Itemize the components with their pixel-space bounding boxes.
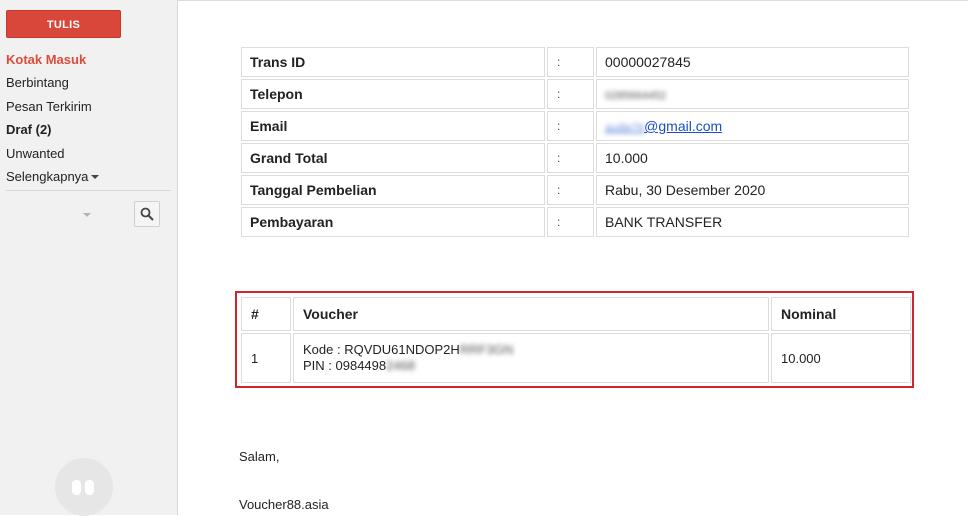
payment-value: BANK TRANSFER [596,207,909,237]
top-divider [178,0,968,1]
separator: : [547,143,594,173]
sidebar-item-inbox[interactable]: Kotak Masuk [6,50,171,73]
table-row: Grand Total : 10.000 [241,143,909,173]
compose-button[interactable]: TULIS [6,10,121,38]
voucher-nominal: 10.000 [771,333,911,383]
sidebar-item-drafts[interactable]: Draf (2) [6,120,171,143]
separator: : [547,207,594,237]
separator: : [547,79,594,109]
caret-down-icon [91,174,100,179]
search-icon [140,207,154,221]
sidebar-item-starred[interactable]: Berbintang [6,73,171,96]
phone-label: Telepon [241,79,545,109]
quote-icon [72,480,94,495]
separator: : [547,47,594,77]
voucher-code-text: Kode : RQVDU61NDOP2H [303,342,460,357]
sidebar-item-unwanted[interactable]: Unwanted [6,144,171,167]
table-row: Telepon : 0285664452 [241,79,909,109]
table-row: Email : audie76@gmail.com [241,111,909,141]
voucher-details: Kode : RQVDU61NDOP2HRRF3GN PIN : 0984498… [293,333,769,383]
voucher-pin-text: PIN : 0984498 [303,358,387,373]
signature-text: Voucher88.asia [239,497,329,512]
grand-total-value: 10.000 [596,143,909,173]
voucher-code: Kode : RQVDU61NDOP2HRRF3GN [303,342,759,358]
voucher-table: # Voucher Nominal 1 Kode : RQVDU61NDOP2H… [239,295,913,385]
payment-label: Pembayaran [241,207,545,237]
phone-value: 0285664452 [596,79,909,109]
voucher-pin: PIN : 09844982468 [303,358,759,374]
table-row: Trans ID : 00000027845 [241,47,909,77]
table-row: 1 Kode : RQVDU61NDOP2HRRF3GN PIN : 09844… [241,333,911,383]
purchase-date-label: Tanggal Pembelian [241,175,545,205]
chat-status-selector[interactable] [6,200,131,230]
email-domain: @gmail.com [644,118,723,134]
sidebar-item-more[interactable]: Selengkapnya [6,167,171,190]
transaction-info-table: Trans ID : 00000027845 Telepon : 0285664… [239,45,911,239]
voucher-code-redacted: RRF3GN [459,342,514,357]
email-link[interactable]: audie76@gmail.com [605,118,722,134]
email-local-redacted: audie76 [605,122,645,134]
sidebar-divider [6,190,171,191]
search-people-button[interactable] [134,201,160,227]
column-header-nominal: Nominal [771,297,911,331]
sidebar-item-sent[interactable]: Pesan Terkirim [6,97,171,120]
voucher-number: 1 [241,333,291,383]
email-value: audie76@gmail.com [596,111,909,141]
table-row: Tanggal Pembelian : Rabu, 30 Desember 20… [241,175,909,205]
table-header-row: # Voucher Nominal [241,297,911,331]
separator: : [547,175,594,205]
grand-total-label: Grand Total [241,143,545,173]
purchase-date-value: Rabu, 30 Desember 2020 [596,175,909,205]
column-header-number: # [241,297,291,331]
trans-id-value: 00000027845 [596,47,909,77]
sidebar: TULIS Kotak Masuk Berbintang Pesan Terki… [0,0,178,516]
voucher-pin-redacted: 2468 [386,358,416,373]
hangouts-avatar[interactable] [55,458,113,516]
column-header-voucher: Voucher [293,297,769,331]
nav-list: Kotak Masuk Berbintang Pesan Terkirim Dr… [6,50,171,190]
chevron-down-icon[interactable] [83,213,91,217]
phone-value-redacted: 0285664452 [605,90,667,102]
greeting-text: Salam, [239,449,280,464]
table-row: Pembayaran : BANK TRANSFER [241,207,909,237]
email-label: Email [241,111,545,141]
separator: : [547,111,594,141]
more-label: Selengkapnya [6,168,89,184]
trans-id-label: Trans ID [241,47,545,77]
